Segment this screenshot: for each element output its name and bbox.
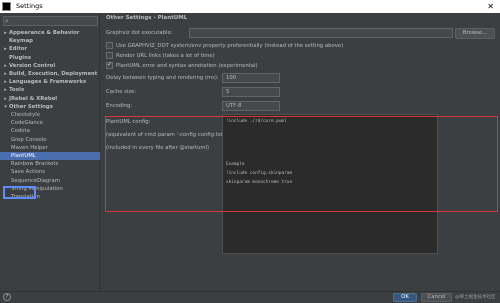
- settings-search-input[interactable]: ⌕: [3, 16, 98, 26]
- delay-field[interactable]: 100: [222, 73, 280, 83]
- graphviz-label: Graphviz dot executable:: [106, 30, 173, 36]
- close-icon[interactable]: ✕: [487, 0, 494, 13]
- checkbox-box[interactable]: [106, 61, 113, 69]
- breadcrumb: Other Settings › PlantUML: [106, 15, 188, 21]
- sidebar-item-editor[interactable]: ▸ Editor: [0, 45, 100, 53]
- expand-arrow-icon[interactable]: ▸: [2, 29, 9, 37]
- sidebar-item-build-execution-deployment[interactable]: ▸ Build, Execution, Deployment: [0, 70, 100, 78]
- watermark: @稀土掘金技术社区: [455, 295, 496, 300]
- expand-arrow-icon[interactable]: ▾: [2, 103, 9, 111]
- checkbox-box[interactable]: [106, 52, 113, 59]
- checkbox-label: Render URL links (takes a lot of time): [116, 53, 215, 59]
- cache-size-field[interactable]: 5: [222, 87, 280, 97]
- sidebar-item-appearance-behavior[interactable]: ▸ Appearance & Behavior: [0, 29, 100, 37]
- graphviz-env-checkbox[interactable]: Use GRAPHVIZ_DOT system/env property pre…: [106, 42, 343, 50]
- sidebar-item-label: JRebel & XRebel: [9, 95, 58, 102]
- cache-size-label: Cache size:: [106, 89, 137, 95]
- sidebar-item-label: SequenceDiagram: [11, 177, 60, 184]
- delay-label: Delay between typing and rendering (ms):: [106, 75, 219, 81]
- sidebar-item-label: Save Actions: [11, 169, 46, 176]
- sidebar-item-label: Build, Execution, Deployment: [9, 71, 98, 77]
- title-bar: Settings ✕: [0, 0, 500, 13]
- sidebar-item-rainbow-brackets[interactable]: Rainbow Brackets: [0, 160, 100, 168]
- sidebar-item-label: PlantUML: [11, 153, 36, 159]
- sidebar-item-tools[interactable]: ▸ Tools: [0, 86, 100, 94]
- sidebar-item-languages-frameworks[interactable]: ▸ Languages & Frameworks: [0, 78, 100, 86]
- sidebar-item-label: Languages & Frameworks: [9, 79, 87, 86]
- sidebar-item-label: Other Settings: [9, 103, 53, 110]
- sidebar-item-other-settings[interactable]: ▾ Other Settings: [0, 103, 100, 111]
- syntax-annotation-checkbox[interactable]: PlantUML error and syntax annotation (ex…: [106, 61, 258, 70]
- expand-arrow-icon[interactable]: ▸: [2, 95, 9, 103]
- browse-button[interactable]: Browse...: [455, 28, 495, 39]
- expand-arrow-icon[interactable]: ▸: [2, 78, 9, 86]
- sidebar-item-version-control[interactable]: ▸ Version Control: [0, 62, 100, 70]
- encoding-label: Encoding:: [106, 103, 133, 109]
- graphviz-path-field[interactable]: [189, 28, 453, 38]
- sidebar-item-label: Appearance & Behavior: [9, 30, 80, 36]
- settings-sidebar: ⌕ ▸ Appearance & Behavior Keymap ▸ Editor Plu…: [0, 13, 100, 291]
- sidebar-item-label: Editor: [9, 46, 28, 53]
- config-highlight-annotation: [105, 116, 498, 212]
- render-url-links-checkbox[interactable]: Render URL links (takes a lot of time): [106, 52, 215, 60]
- sidebar-item-label: Version Control: [9, 62, 56, 69]
- sidebar-item-label: CodeGlance: [11, 120, 43, 127]
- checkbox-label: PlantUML error and syntax annotation (ex…: [116, 63, 258, 69]
- sidebar-item-jrebel-xrebel[interactable]: ▸ JRebel & XRebel: [0, 95, 100, 103]
- sidebar-item-label: Rainbow Brackets: [11, 161, 59, 168]
- sidebar-item-label: Tools: [9, 87, 25, 94]
- sidebar-item-label: Maven Helper: [11, 144, 48, 151]
- sidebar-item-label: Keymap: [9, 38, 33, 45]
- settings-content: ⌕ ▸ Appearance & Behavior Keymap ▸ Editor Plu…: [0, 13, 500, 291]
- dialog-button-bar: ? OK Cancel @稀土掘金技术社区: [0, 291, 500, 303]
- sidebar-item-grep-console[interactable]: Grep Console: [0, 136, 100, 144]
- help-icon[interactable]: ?: [3, 293, 11, 301]
- expand-arrow-icon[interactable]: ▸: [2, 86, 9, 94]
- window-title: Settings: [16, 2, 43, 10]
- search-icon: ⌕: [5, 17, 9, 25]
- encoding-field[interactable]: UTF-8: [222, 101, 280, 111]
- cancel-button[interactable]: Cancel: [421, 293, 452, 302]
- plantuml-highlight-annotation: [3, 186, 36, 199]
- ok-button[interactable]: OK: [393, 293, 417, 302]
- sidebar-item-maven-helper[interactable]: Maven Helper: [0, 144, 100, 152]
- sidebar-item-plantuml[interactable]: PlantUML: [0, 152, 100, 160]
- sidebar-item-label: Plugins: [9, 54, 31, 61]
- sidebar-item-save-actions[interactable]: Save Actions: [0, 168, 100, 176]
- intellij-app-icon: [2, 2, 11, 11]
- sidebar-item-label: Grep Console: [11, 136, 47, 143]
- expand-arrow-icon[interactable]: ▸: [2, 70, 9, 78]
- checkbox-box[interactable]: [106, 42, 113, 49]
- sidebar-item-codeglance[interactable]: CodeGlance: [0, 119, 100, 127]
- sidebar-item-codota[interactable]: Codota: [0, 127, 100, 135]
- plantuml-settings-panel: Other Settings › PlantUML Graphviz dot e…: [101, 13, 500, 291]
- sidebar-item-keymap[interactable]: Keymap: [0, 37, 100, 45]
- expand-arrow-icon[interactable]: ▸: [2, 45, 9, 53]
- sidebar-item-plugins[interactable]: Plugins: [0, 54, 100, 62]
- checkbox-label: Use GRAPHVIZ_DOT system/env property pre…: [116, 43, 344, 49]
- sidebar-item-label: Checkstyle: [11, 112, 40, 118]
- sidebar-item-label: Codota: [11, 128, 30, 135]
- expand-arrow-icon[interactable]: ▸: [2, 62, 9, 70]
- sidebar-item-checkstyle[interactable]: Checkstyle: [0, 111, 100, 119]
- sidebar-item-sequencediagram[interactable]: SequenceDiagram: [0, 177, 100, 185]
